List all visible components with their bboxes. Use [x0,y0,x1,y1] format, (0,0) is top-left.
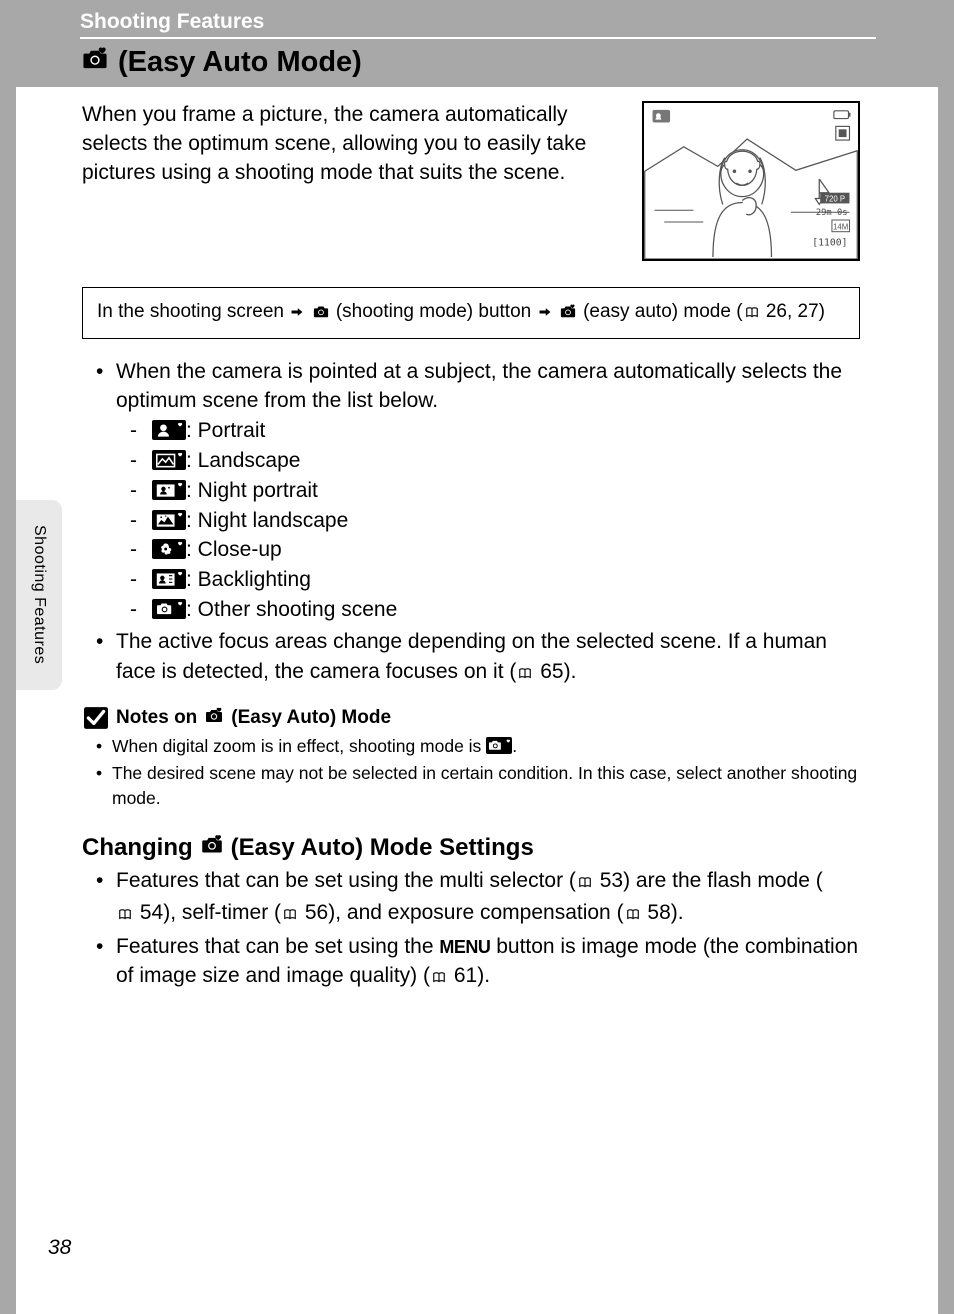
side-tab: Shooting Features [16,500,62,690]
svg-text:14M: 14M [833,223,848,232]
gray-header: Shooting Features (Easy Auto Mode) [16,0,938,87]
scene-item: : Portrait [130,416,860,446]
other-scene-icon [486,737,512,754]
book-icon [281,900,299,930]
changing-list: Features that can be set using the multi… [96,866,860,993]
book-icon [116,900,134,930]
arrow-right-icon [289,300,305,328]
book-icon [430,963,448,993]
scene-item: : Night portrait [130,476,860,506]
nav-ref2: 27) [798,301,825,322]
manual-page: Shooting Features (Easy Auto Mode) When … [16,0,938,1314]
main-bullet-list: When the camera is pointed at a subject,… [96,357,860,689]
camera-heart-icon [558,300,578,328]
landscape-scene-icon [152,450,186,470]
content: When you frame a picture, the camera aut… [16,101,938,993]
bullet-text: When the camera is pointed at a subject,… [116,360,842,413]
lcd-preview: 720 P 29m 0s 14M [1100] [642,101,860,261]
nav-ref1: 26 [766,301,787,322]
notes-block: Notes on (Easy Auto) Mode When digital z… [82,706,860,811]
arrow-right-icon [537,300,553,328]
page-title-text: (Easy Auto Mode) [118,46,362,79]
camera-heart-icon [199,833,225,862]
scene-list: : Portrait : Landscape : Night portrait … [130,416,860,625]
navigation-path-box: In the shooting screen (shooting mode) b… [82,287,860,339]
book-icon [516,659,534,689]
preview-video-label: 720 P [825,194,845,203]
notes-item: The desired scene may not be selected in… [96,761,860,811]
portrait-scene-icon [152,420,186,440]
nav-prefix: In the shooting screen [97,301,284,322]
subheading: Changing (Easy Auto) Mode Settings [82,833,860,862]
book-icon [624,900,642,930]
scene-item: : Landscape [130,446,860,476]
svg-text:[1100]: [1100] [812,237,847,248]
check-icon [82,706,110,730]
page-number: 38 [48,1236,71,1260]
other-scene-icon [152,599,186,619]
book-icon [743,300,761,328]
bullet-item: Features that can be set using the MENU … [96,932,860,994]
backlighting-scene-icon [152,569,186,589]
notes-title: Notes on (Easy Auto) Mode [82,706,860,730]
page-title: (Easy Auto Mode) [80,45,876,79]
night-portrait-scene-icon [152,480,186,500]
bullet-text: The active focus areas change depending … [116,630,827,683]
notes-list: When digital zoom is in effect, shooting… [96,734,860,811]
notes-item: When digital zoom is in effect, shooting… [96,734,860,759]
bullet-item: Features that can be set using the multi… [96,866,860,930]
scene-item: : Night landscape [130,506,860,536]
scene-item: : Backlighting [130,565,860,595]
book-icon [576,868,594,898]
section-header: Shooting Features [80,10,876,39]
menu-label: MENU [439,937,490,957]
scene-item: : Close-up [130,535,860,565]
intro-row: When you frame a picture, the camera aut… [82,101,860,261]
bullet-item: When the camera is pointed at a subject,… [96,357,860,625]
svg-text:29m 0s: 29m 0s [816,208,848,218]
nav-step3: (easy auto) mode ( [583,301,742,322]
night-landscape-scene-icon [152,510,186,530]
intro-text: When you frame a picture, the camera aut… [82,101,624,188]
nav-step2: (shooting mode) button [336,301,531,322]
scene-item: : Other shooting scene [130,595,860,625]
bullet-item: The active focus areas change depending … [96,627,860,689]
closeup-scene-icon [152,539,186,559]
camera-heart-icon [203,706,225,730]
side-tab-label: Shooting Features [30,525,48,664]
camera-icon [311,300,331,328]
camera-heart-icon [80,45,110,79]
